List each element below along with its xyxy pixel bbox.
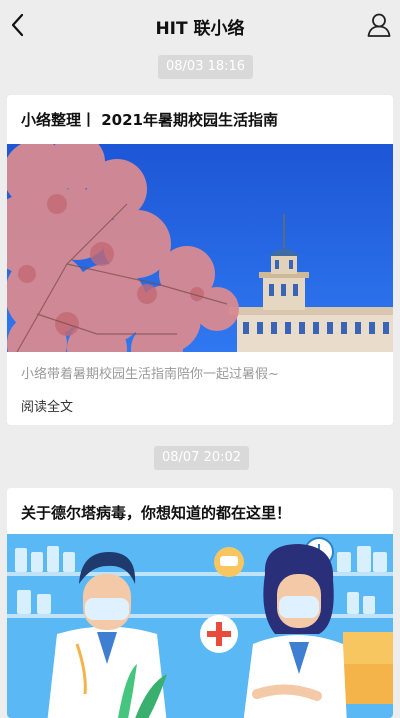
profile-button[interactable] — [366, 12, 392, 38]
article-card[interactable]: 小络整理丨 2021年暑期校园生活指南 小络带着暑期校园生活指南陪你一起过暑假~… — [7, 95, 393, 425]
article-cover-image — [7, 534, 393, 718]
article-cover-image — [7, 144, 393, 352]
article-card[interactable]: 关于德尔塔病毒，你想知道的都在这里！ — [7, 488, 393, 718]
article-title: 小络整理丨 2021年暑期校园生活指南 — [21, 111, 278, 129]
read-more-link[interactable]: 阅读全文 — [21, 396, 73, 415]
page-title: HIT 联小络 — [155, 19, 245, 39]
article-title: 关于德尔塔病毒，你想知道的都在这里！ — [21, 504, 292, 522]
article-summary: 小络带着暑期校园生活指南陪你一起过暑假~ — [21, 367, 279, 382]
top-bar: HIT 联小络 — [0, 0, 400, 50]
message-timestamp: 08/07 20:02 — [154, 446, 250, 470]
message-timestamp: 08/03 18:16 — [158, 55, 254, 79]
person-icon — [367, 13, 391, 37]
